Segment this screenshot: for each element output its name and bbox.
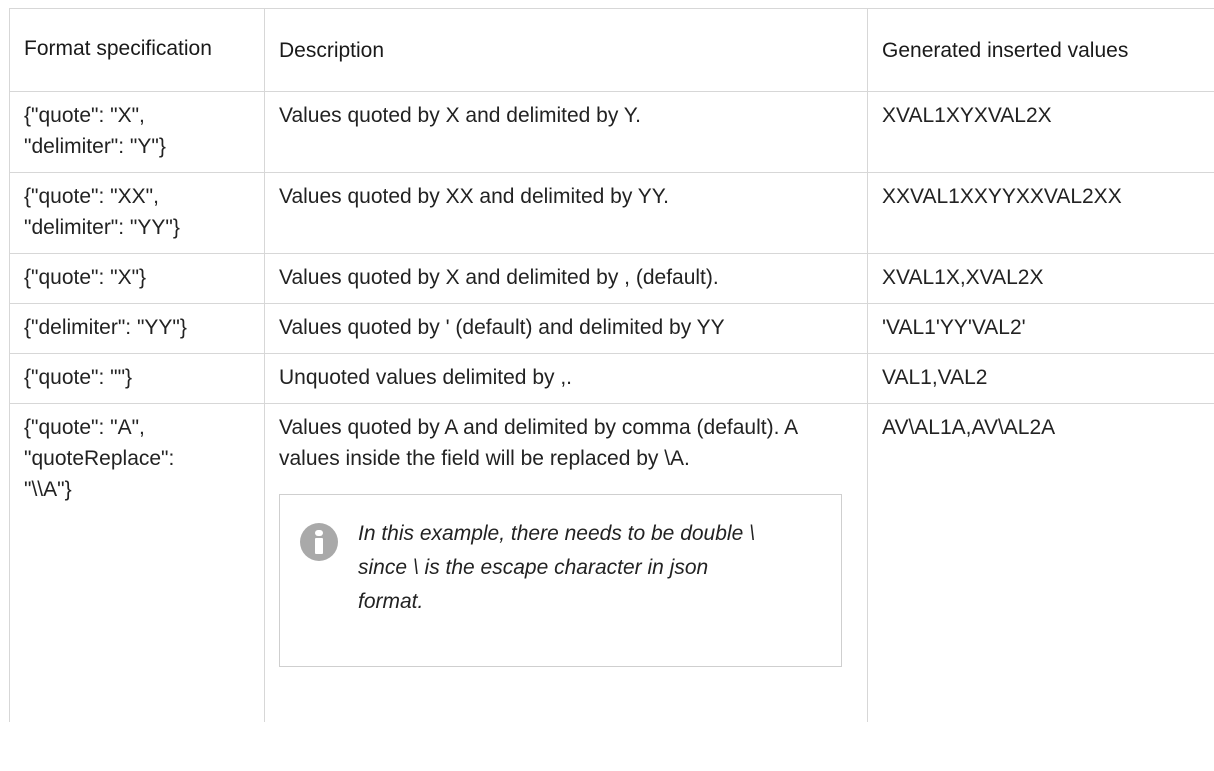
format-cell: {"quote": "XX", "delimiter": "YY"} (9, 172, 265, 254)
format-line: {"quote": "X", (24, 104, 145, 127)
table-row: {"quote": "A", "quoteReplace": "\\A"} Valu… (9, 403, 1214, 722)
header-generated-values: Generated inserted values (867, 8, 1214, 92)
format-line: {"quote": ""} (24, 366, 133, 389)
format-line: {"quote": "X"} (24, 266, 147, 289)
format-cell: {"quote": "X"} (9, 253, 265, 304)
format-cell: {"quote": "A", "quoteReplace": "\\A"} (9, 403, 265, 722)
description-cell: Values quoted by A and delimited by comm… (264, 403, 868, 722)
generated-cell: AV\AL1A,AV\AL2A (867, 403, 1214, 722)
table-row: {"quote": "X", "delimiter": "Y"} Values q… (9, 91, 1214, 173)
table-row: {"quote": ""} Unquoted values delimited … (9, 353, 1214, 404)
format-line: "delimiter": "YY"} (24, 216, 180, 239)
format-cell: {"quote": "X", "delimiter": "Y"} (9, 91, 265, 173)
description-text: Values quoted by A and delimited by comm… (279, 416, 797, 470)
format-line: "delimiter": "Y"} (24, 135, 166, 158)
generated-cell: 'VAL1'YY'VAL2' (867, 303, 1214, 354)
table-header-row: Format specification Description Generat… (9, 8, 1214, 92)
description-cell: Values quoted by XX and delimited by YY. (264, 172, 868, 254)
generated-cell: XVAL1XYXVAL2X (867, 91, 1214, 173)
generated-cell: XVAL1X,XVAL2X (867, 253, 1214, 304)
format-cell: {"quote": ""} (9, 353, 265, 404)
format-line: {"quote": "A", (24, 416, 145, 439)
generated-cell: VAL1,VAL2 (867, 353, 1214, 404)
table-row: {"quote": "XX", "delimiter": "YY"} Values… (9, 172, 1214, 254)
note-text: In this example, there needs to be doubl… (358, 522, 755, 613)
description-cell: Values quoted by X and delimited by , (d… (264, 253, 868, 304)
format-spec-table: Format specification Description Generat… (9, 8, 1214, 722)
header-format-specification: Format specification (9, 8, 265, 92)
description-cell: Values quoted by ' (default) and delimit… (264, 303, 868, 354)
format-line: {"delimiter": "YY"} (24, 316, 187, 339)
format-line: "quoteReplace": (24, 447, 175, 470)
info-icon (300, 523, 338, 561)
note-box: In this example, there needs to be doubl… (279, 494, 842, 667)
format-line: "\\A"} (24, 478, 72, 501)
generated-cell: XXVAL1XXYYXXVAL2XX (867, 172, 1214, 254)
header-description: Description (264, 8, 868, 92)
table-row: {"quote": "X"} Values quoted by X and de… (9, 253, 1214, 304)
description-cell: Unquoted values delimited by ,. (264, 353, 868, 404)
description-cell: Values quoted by X and delimited by Y. (264, 91, 868, 173)
format-cell: {"delimiter": "YY"} (9, 303, 265, 354)
format-line: {"quote": "XX", (24, 185, 159, 208)
table-row: {"delimiter": "YY"} Values quoted by ' (… (9, 303, 1214, 354)
